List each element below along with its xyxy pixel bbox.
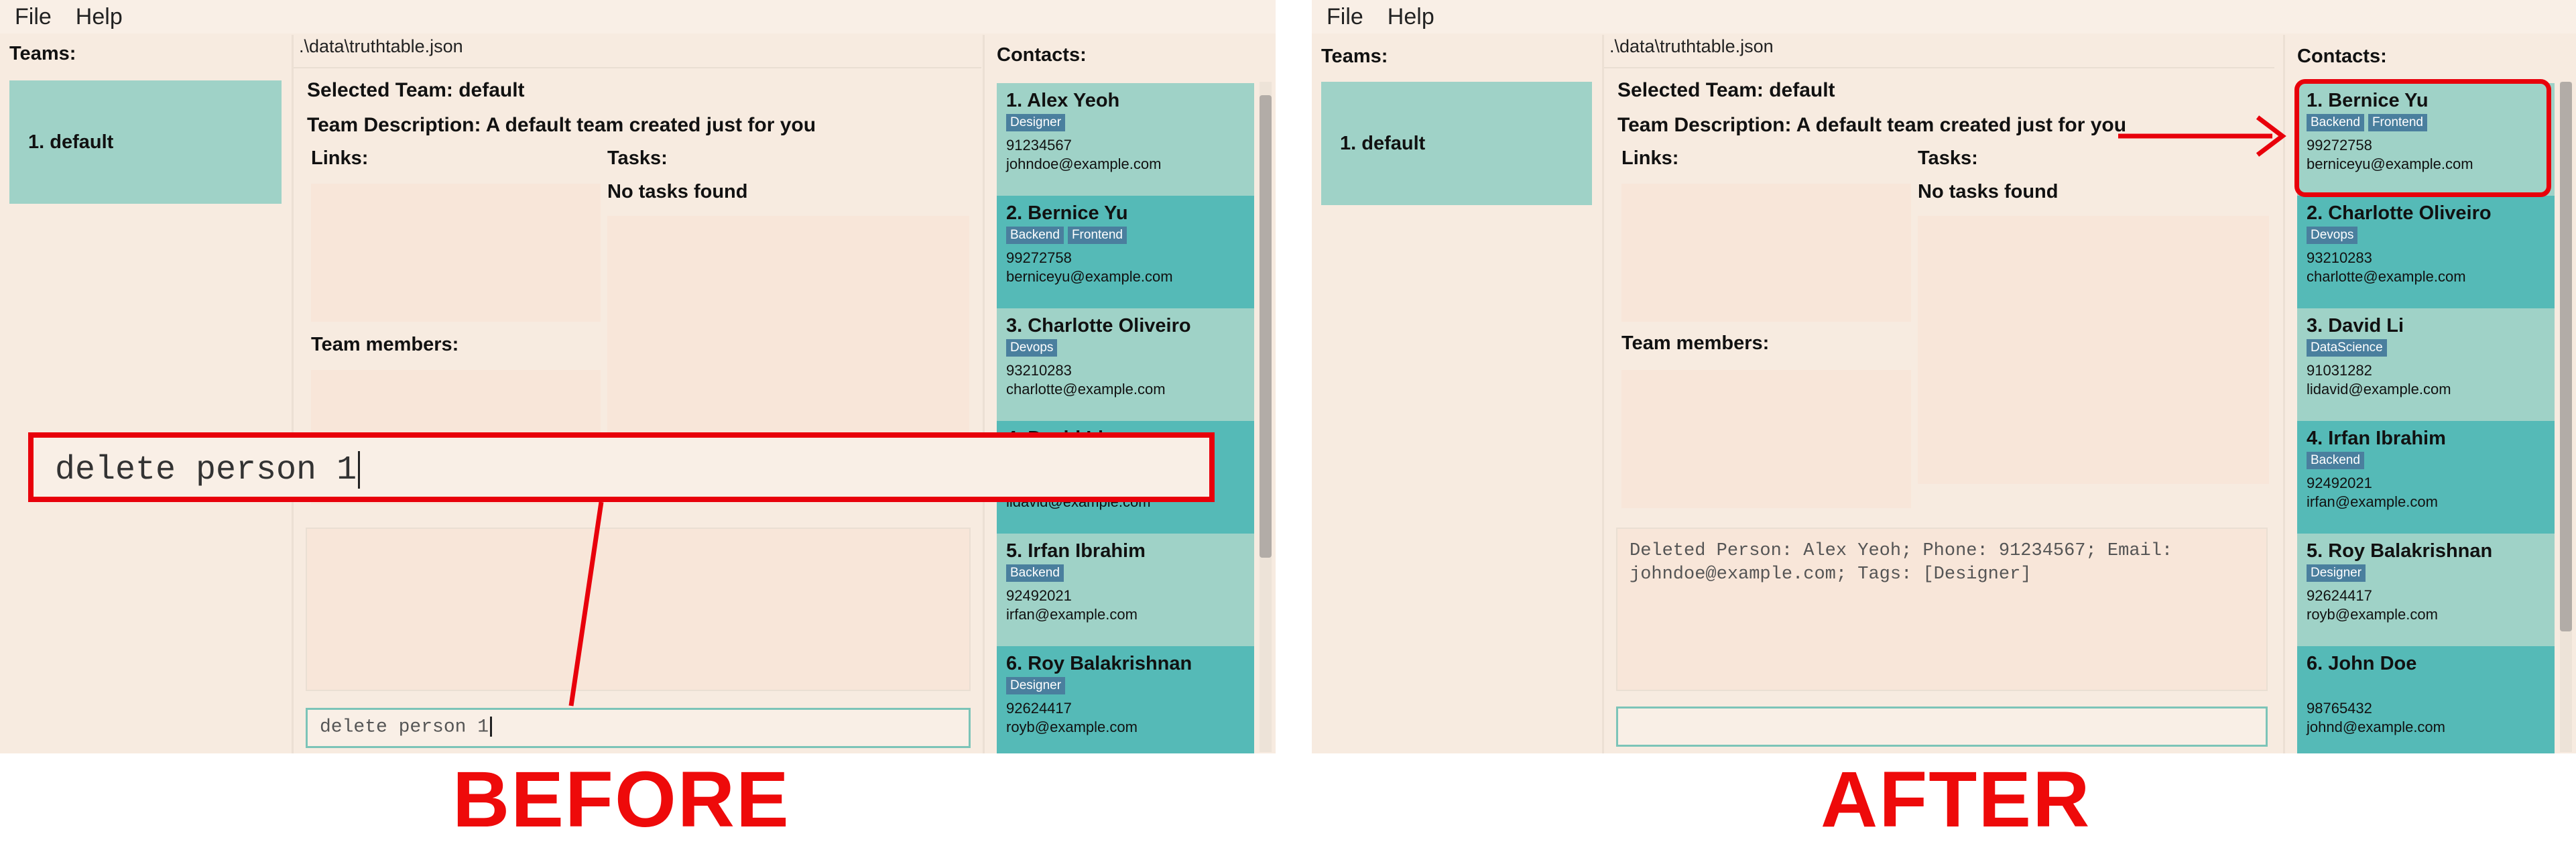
highlight-first-contact	[2294, 79, 2551, 197]
after-annotation	[2118, 115, 2286, 157]
after-label: AFTER	[1821, 755, 2091, 844]
